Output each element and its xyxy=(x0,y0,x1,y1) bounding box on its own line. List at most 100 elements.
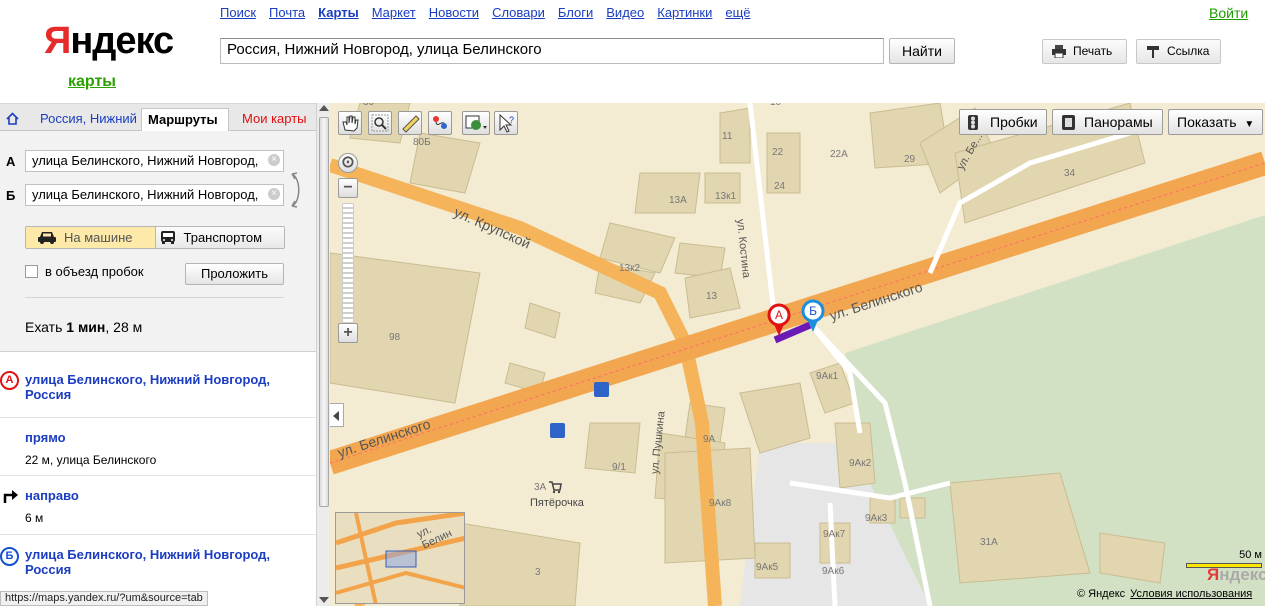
dropdown-arrow-icon: ▼ xyxy=(1244,119,1255,130)
scroll-thumb[interactable] xyxy=(319,117,329,507)
building-number: 11 xyxy=(722,131,733,142)
add-object-icon xyxy=(465,115,487,130)
ruler-tool-button[interactable] xyxy=(398,111,422,135)
bus-stop-icon[interactable] xyxy=(550,423,565,438)
show-layers-dropdown[interactable]: Показать ▼ xyxy=(1168,109,1263,135)
route-form: А улица Белинского, Нижний Новгород, × Б… xyxy=(0,131,316,352)
hand-tool-button[interactable] xyxy=(338,111,362,135)
pointer-help-icon: ? xyxy=(499,113,514,133)
service-link-news[interactable]: Новости xyxy=(429,5,479,20)
building-number: 13А xyxy=(669,195,687,206)
step-title[interactable]: улица Белинского, Нижний Новгород, Росси… xyxy=(25,547,305,577)
poi-label[interactable]: Пятёрочка xyxy=(530,497,584,509)
map-view[interactable]: ? ⊙ − + Пробки Панорамы Показать ▼ ул. К… xyxy=(330,103,1265,606)
route-step[interactable]: А улица Белинского, Нижний Новгород, Рос… xyxy=(0,353,316,418)
route-pins-icon xyxy=(433,116,447,129)
marker-b-icon: Б xyxy=(0,547,19,566)
collapse-panel-button[interactable] xyxy=(330,403,344,427)
search-input[interactable]: Россия, Нижний Новгород, улица Белинског… xyxy=(220,38,884,64)
tab-home[interactable] xyxy=(2,108,24,131)
service-link-dictionaries[interactable]: Словари xyxy=(492,5,545,20)
mode-transport-button[interactable]: Транспортом xyxy=(154,227,284,248)
maps-subtitle-link[interactable]: карты xyxy=(68,73,116,91)
service-link-blogs[interactable]: Блоги xyxy=(558,5,593,20)
step-title[interactable]: направо xyxy=(25,488,79,503)
building-number: 9Ак2 xyxy=(849,458,872,469)
marker-a-icon: А xyxy=(0,371,19,390)
service-link-maps[interactable]: Карты xyxy=(318,5,359,20)
build-route-button[interactable]: Проложить xyxy=(185,263,284,285)
bus-icon xyxy=(160,231,175,244)
tab-region[interactable]: Россия, Нижний xyxy=(34,108,138,131)
route-step[interactable]: Б улица Белинского, Нижний Новгород, Рос… xyxy=(0,535,316,595)
zoom-in-button[interactable]: + xyxy=(338,323,358,343)
zoom-slider[interactable] xyxy=(342,203,354,327)
marker-a-label: А xyxy=(774,308,783,322)
overview-minimap[interactable]: ул. Белин xyxy=(335,512,465,604)
link-button[interactable]: Ссылка xyxy=(1136,39,1221,64)
traffic-button[interactable]: Пробки xyxy=(959,109,1047,135)
building-number: 13к1 xyxy=(715,191,737,202)
clear-icon[interactable]: × xyxy=(268,188,280,200)
tab-my-maps[interactable]: Мои карты xyxy=(236,108,313,131)
scroll-up-icon[interactable] xyxy=(319,105,329,111)
building-number: 80Б xyxy=(413,137,431,148)
point-b-input[interactable]: улица Белинского, Нижний Новгород, × xyxy=(25,184,284,206)
service-link-mail[interactable]: Почта xyxy=(269,5,305,20)
scale-label: 50 м xyxy=(1239,549,1262,561)
swap-points-icon[interactable] xyxy=(289,170,303,210)
bus-stop-icon[interactable] xyxy=(594,382,609,397)
link-label: Ссылка xyxy=(1167,44,1210,58)
panorama-icon xyxy=(1062,115,1075,130)
zoom-tool-button[interactable] xyxy=(368,111,392,135)
step-title[interactable]: прямо xyxy=(25,430,66,445)
avoid-traffic-option[interactable]: в объезд пробок xyxy=(25,265,144,279)
home-icon xyxy=(6,112,19,125)
left-panel-scrollbar[interactable] xyxy=(316,103,330,606)
terms-link[interactable]: Условия использования xyxy=(1130,588,1252,600)
map-canvas[interactable] xyxy=(330,103,1265,606)
login-link[interactable]: Войти xyxy=(1209,5,1248,21)
route-step[interactable]: направо 6 м xyxy=(0,476,316,535)
step-title[interactable]: улица Белинского, Нижний Новгород, Росси… xyxy=(25,372,305,402)
building-number: 3А xyxy=(534,482,547,493)
mode-transport-label: Транспортом xyxy=(183,230,263,245)
building-number: 9Ак3 xyxy=(865,513,888,524)
divider xyxy=(25,297,284,298)
route-tool-button[interactable] xyxy=(428,111,452,135)
info-tool-button[interactable]: ? xyxy=(494,111,518,135)
building-number: 9Ак6 xyxy=(822,566,845,577)
service-link-more[interactable]: ещё xyxy=(725,5,750,20)
route-steps-list: А улица Белинского, Нижний Новгород, Рос… xyxy=(0,353,316,595)
building-number: 9Ак5 xyxy=(756,562,779,573)
route-step[interactable]: прямо 22 м, улица Белинского xyxy=(0,418,316,476)
building-number: 29 xyxy=(904,154,916,165)
clear-icon[interactable]: × xyxy=(268,154,280,166)
reset-view-icon[interactable]: ⊙ xyxy=(338,153,358,173)
shopping-cart-icon[interactable] xyxy=(548,480,562,494)
panoramas-button[interactable]: Панорамы xyxy=(1052,109,1163,135)
print-button[interactable]: Печать xyxy=(1042,39,1127,64)
find-button[interactable]: Найти xyxy=(889,38,955,64)
tab-routes[interactable]: Маршруты xyxy=(141,108,229,132)
panoramas-label: Панорамы xyxy=(1084,114,1153,130)
route-start-marker[interactable]: А xyxy=(766,303,792,337)
point-a-input[interactable]: улица Белинского, Нижний Новгород, × xyxy=(25,150,284,172)
service-link-video[interactable]: Видео xyxy=(606,5,644,20)
yandex-logo[interactable]: Яндекс xyxy=(44,22,174,60)
service-link-market[interactable]: Маркет xyxy=(372,5,416,20)
mode-car-button[interactable]: На машине xyxy=(26,227,155,248)
add-object-button[interactable] xyxy=(462,111,490,135)
route-end-marker[interactable]: Б xyxy=(800,299,826,333)
service-link-search[interactable]: Поиск xyxy=(220,5,256,20)
tab-bar: Россия, Нижний Маршруты Мои карты xyxy=(0,104,330,132)
copyright-text: © Яндекс xyxy=(1077,588,1126,600)
scroll-down-icon[interactable] xyxy=(319,597,329,603)
avoid-traffic-checkbox[interactable] xyxy=(25,265,38,278)
avoid-traffic-label: в объезд пробок xyxy=(45,264,144,279)
zoom-out-button[interactable]: − xyxy=(338,178,358,198)
service-link-images[interactable]: Картинки xyxy=(657,5,712,20)
building-number: 13к2 xyxy=(619,263,641,274)
building-number: 22 xyxy=(772,147,784,158)
building-number: 3 xyxy=(535,567,541,578)
